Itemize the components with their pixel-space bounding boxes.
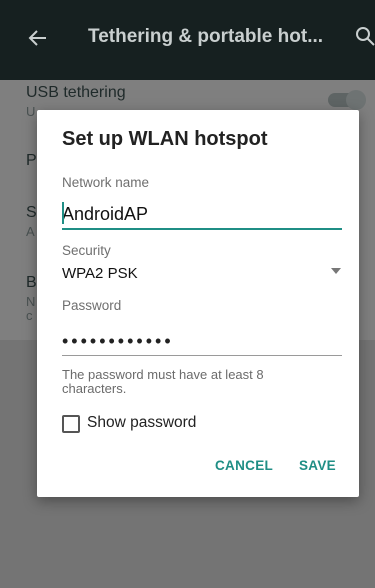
usb-tethering-title[interactable]: USB tethering xyxy=(26,84,126,102)
row4-title[interactable]: B xyxy=(26,274,37,292)
usb-tethering-subtitle: U xyxy=(26,104,36,119)
dropdown-arrow-icon[interactable] xyxy=(331,267,341,275)
row4-subtitle-2: c xyxy=(26,308,33,323)
usb-tethering-toggle[interactable] xyxy=(328,90,366,110)
network-name-field[interactable] xyxy=(62,200,342,230)
row3-subtitle: A xyxy=(26,224,35,239)
network-name-label: Network name xyxy=(62,175,150,190)
app-bar: Tethering & portable hot... xyxy=(0,0,375,80)
show-password-checkbox[interactable] xyxy=(62,415,80,433)
cancel-button[interactable]: CANCEL xyxy=(215,458,273,473)
save-button[interactable]: SAVE xyxy=(299,458,336,473)
security-label: Security xyxy=(62,243,111,258)
text-cursor xyxy=(62,202,64,224)
show-password-label[interactable]: Show password xyxy=(87,414,196,432)
page-title: Tethering & portable hot... xyxy=(88,26,324,47)
security-select[interactable]: WPA2 PSK xyxy=(62,265,138,282)
arrow-back-icon[interactable] xyxy=(28,28,48,48)
wlan-hotspot-dialog: Set up WLAN hotspot Network name Securit… xyxy=(37,110,359,497)
dialog-title: Set up WLAN hotspot xyxy=(62,128,268,150)
password-label: Password xyxy=(62,298,122,313)
search-icon[interactable] xyxy=(355,26,375,48)
row3-title[interactable]: S xyxy=(26,204,37,222)
row2-title[interactable]: P xyxy=(26,152,37,170)
password-field[interactable] xyxy=(62,327,342,356)
row4-subtitle: N xyxy=(26,294,36,309)
password-hint: The password must have at least 8 charac… xyxy=(62,367,264,396)
